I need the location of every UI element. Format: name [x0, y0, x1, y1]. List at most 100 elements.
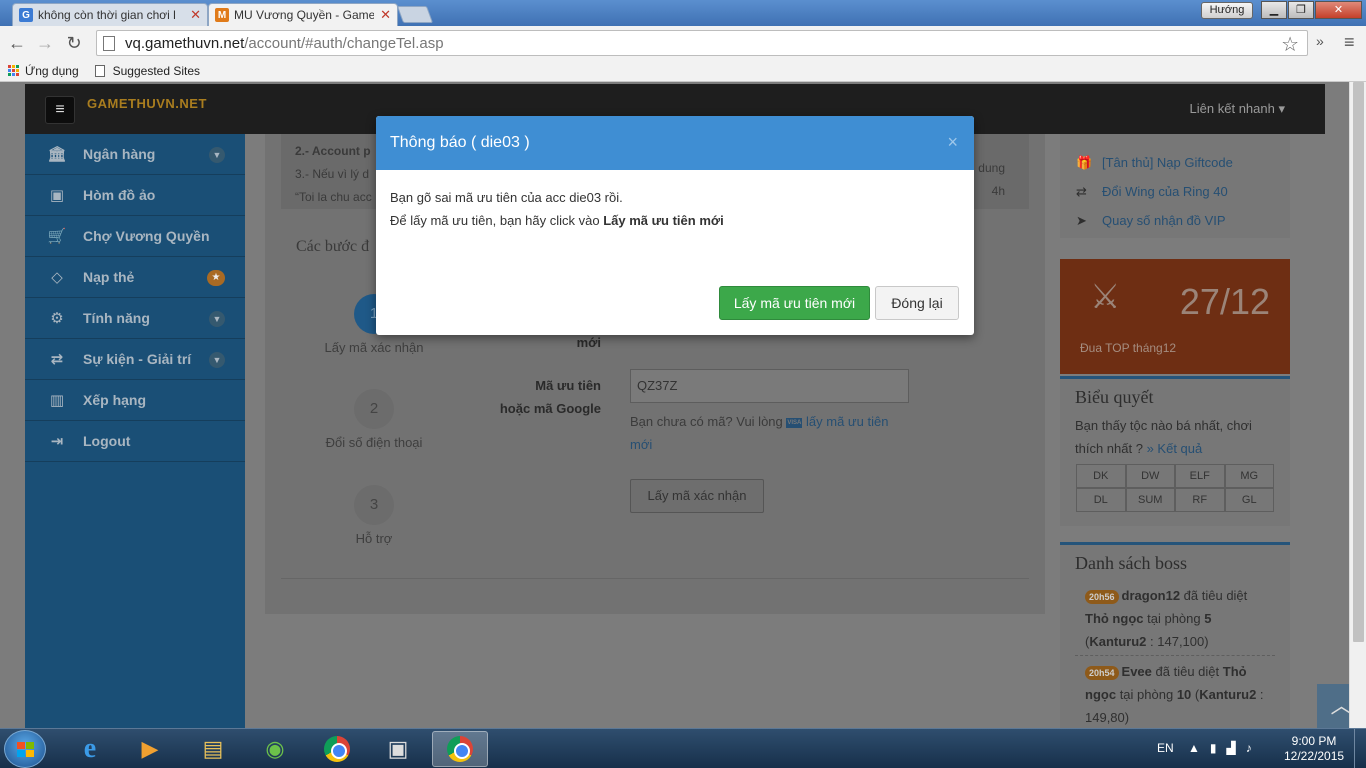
poll-option[interactable]: DK — [1076, 464, 1126, 488]
forward-arrow-icon[interactable]: → — [34, 32, 56, 54]
poll-option[interactable]: SUM — [1125, 488, 1175, 512]
poll-option[interactable]: DL — [1076, 488, 1126, 512]
tab-close-icon[interactable]: ✕ — [380, 7, 391, 23]
event-date: 27/12 — [1179, 281, 1270, 322]
quick-links-dropdown[interactable]: Liên kết nhanh ▾ — [1190, 101, 1285, 117]
window-close-button[interactable]: ✕ — [1315, 1, 1362, 19]
media-player-icon[interactable]: ▶ — [122, 731, 178, 767]
chrome-taskbar-icon[interactable] — [309, 731, 365, 767]
sidebar-item-label: Tính năng — [83, 310, 150, 326]
sidebar-item-label: Sự kiện - Giải trí — [83, 351, 192, 367]
clock-date: 12/22/2015 — [1284, 749, 1345, 763]
show-desktop-button[interactable] — [1354, 729, 1366, 768]
poll-option[interactable]: MG — [1224, 464, 1274, 488]
room-number: 10 — [1176, 687, 1192, 702]
priority-code-label: Mã ưu tiên hoặc mã Google — [481, 374, 601, 420]
reload-icon[interactable]: ↻ — [63, 32, 85, 54]
random-icon: ⇄ — [50, 351, 64, 368]
sidebar-item-topup[interactable]: ◇ Nạp thẻ ★ — [25, 257, 245, 298]
volume-icon[interactable]: ♪ — [1246, 741, 1262, 755]
battery-icon[interactable]: ▮ — [1210, 741, 1227, 755]
taskbar-clock[interactable]: 9:00 PM 12/22/2015 — [1284, 734, 1344, 764]
back-arrow-icon[interactable]: ← — [6, 32, 28, 54]
priority-code-input[interactable]: QZ37Z — [630, 369, 909, 403]
poll-option[interactable]: ELF — [1175, 464, 1225, 488]
close-modal-button[interactable]: Đóng lại — [875, 286, 959, 320]
modal-close-icon[interactable]: × — [947, 132, 958, 153]
browser-tab-2[interactable]: M MU Vương Quyền - Game ✕ — [208, 3, 398, 26]
get-confirm-code-button[interactable]: Lấy mã xác nhận — [630, 479, 764, 513]
sidebar-item-bank[interactable]: 🏛 Ngân hàng ▼ — [25, 134, 245, 175]
label-line: Mã ưu tiên — [535, 378, 601, 393]
minimize-button[interactable]: ▁ — [1261, 1, 1287, 19]
internet-explorer-icon[interactable]: e — [62, 731, 118, 767]
poll-results-link[interactable]: » Kết quả — [1147, 441, 1203, 456]
address-bar[interactable]: vq.gamethuvn.net/account/#auth/changeTel… — [96, 30, 1308, 56]
notice-right-text: dung 4h — [978, 157, 1005, 203]
modal-message-text: Để lấy mã ưu tiên, bạn hãy click vào — [390, 213, 600, 228]
quick-item-label: Quay số nhận đồ VIP — [1102, 213, 1226, 228]
tab-title: MU Vương Quyền - Game — [234, 8, 375, 22]
logo-text: GAMETHUVN.NET — [87, 96, 207, 111]
browser-tab-1[interactable]: G không còn thời gian chơi l ✕ — [12, 3, 208, 26]
start-button[interactable] — [4, 730, 46, 768]
boss-verb: đã tiêu diệt — [1183, 588, 1248, 603]
bookmark-apps[interactable]: Ứng dụng — [8, 64, 79, 78]
tab-close-icon[interactable]: ✕ — [190, 7, 201, 23]
get-new-priority-code-button[interactable]: Lấy mã ưu tiên mới — [719, 286, 870, 320]
event-banner[interactable]: ⚔ 27/12 Đua TOP tháng12 — [1060, 259, 1290, 374]
system-tray-icons[interactable]: ▲▮▟♪ — [1188, 741, 1262, 755]
quick-item-label: [Tân thủ] Nạp Giftcode — [1102, 155, 1233, 170]
hamburger-menu-icon[interactable]: ≡ — [45, 96, 75, 124]
maximize-button[interactable]: ❐ — [1288, 1, 1314, 19]
sidebar-item-events[interactable]: ⇄ Sự kiện - Giải trí ▼ — [25, 339, 245, 380]
player-name: dragon12 — [1121, 588, 1181, 603]
label-line: hoặc mã Google — [499, 401, 601, 416]
time-badge: 20h54 — [1085, 666, 1119, 680]
boss-name: Thỏ ngọc — [1085, 611, 1144, 626]
scrollbar-thumb[interactable] — [1353, 82, 1364, 642]
file-explorer-icon[interactable]: ▤ — [185, 731, 241, 767]
extensions-overflow-icon[interactable]: » — [1316, 33, 1324, 49]
site-logo[interactable]: MU GAMETHUVN.NET — [87, 88, 207, 121]
coccoc-browser-icon[interactable]: ◉ — [247, 731, 303, 767]
sidebar-item-market[interactable]: 🛒 Chợ Vương Quyền — [25, 216, 245, 257]
apps-grid-icon — [8, 65, 19, 76]
url-path: /account/#auth/changeTel.asp — [244, 34, 444, 52]
quick-item-vip-lottery[interactable]: ➤ Quay số nhận đồ VIP — [1076, 206, 1290, 235]
window-app-icon[interactable]: ▣ — [370, 731, 426, 767]
warrior-figure-icon: ⚔ — [1090, 278, 1121, 316]
caret-down-icon: ▾ — [1278, 101, 1285, 116]
windows-logo-icon — [17, 742, 34, 757]
bookmark-suggested-sites[interactable]: Suggested Sites — [94, 64, 200, 78]
sidebar-item-ranking[interactable]: ▥ Xếp hạng — [25, 380, 245, 421]
chrome-icon — [324, 736, 350, 762]
quick-item-wing-exchange[interactable]: ⇄ Đổi Wing của Ring 40 — [1076, 177, 1290, 206]
back-to-top-button[interactable]: ︿ — [1317, 684, 1349, 728]
signal-icon[interactable]: ▟ — [1227, 741, 1246, 755]
poll-options: DK DW ELF MG DL SUM RF GL — [1076, 464, 1274, 512]
browser-toolbar: ← → ↻ vq.gamethuvn.net/account/#auth/cha… — [0, 26, 1366, 60]
browser-menu-icon[interactable]: ≡ — [1344, 32, 1355, 53]
card-icon: VISA — [786, 417, 803, 428]
sidebar-item-virtual-chest[interactable]: ▣ Hòm đồ ảo — [25, 175, 245, 216]
list-item: 20h54 Evee đã tiêu diệt Thỏ ngọc tại phòn… — [1075, 656, 1275, 728]
poll-option[interactable]: GL — [1224, 488, 1274, 512]
map-name: Kanturu2 — [1199, 687, 1257, 702]
poll-option[interactable]: RF — [1175, 488, 1225, 512]
page-scrollbar[interactable] — [1349, 82, 1366, 728]
tray-arrow-icon[interactable]: ▲ — [1188, 741, 1210, 755]
sidebar-item-features[interactable]: ⚙ Tính năng ▼ — [25, 298, 245, 339]
browser-user-badge[interactable]: Hướng — [1201, 2, 1253, 19]
time-badge: 20h56 — [1085, 590, 1119, 604]
bookmark-star-icon[interactable]: ☆ — [1281, 32, 1299, 57]
quick-item-giftcode[interactable]: 🎁 [Tân thủ] Nạp Giftcode — [1076, 148, 1290, 177]
new-tab-button[interactable] — [396, 6, 434, 23]
sidebar-item-label: Hòm đồ ảo — [83, 187, 156, 203]
sidebar-item-logout[interactable]: ⇥ Logout — [25, 421, 245, 462]
url-host: vq.gamethuvn.net — [125, 34, 245, 52]
language-indicator[interactable]: EN — [1157, 741, 1174, 755]
poll-option[interactable]: DW — [1125, 464, 1175, 488]
chrome-active-taskbar-icon[interactable] — [432, 731, 488, 767]
chevron-up-icon: ︿ — [1330, 693, 1349, 718]
